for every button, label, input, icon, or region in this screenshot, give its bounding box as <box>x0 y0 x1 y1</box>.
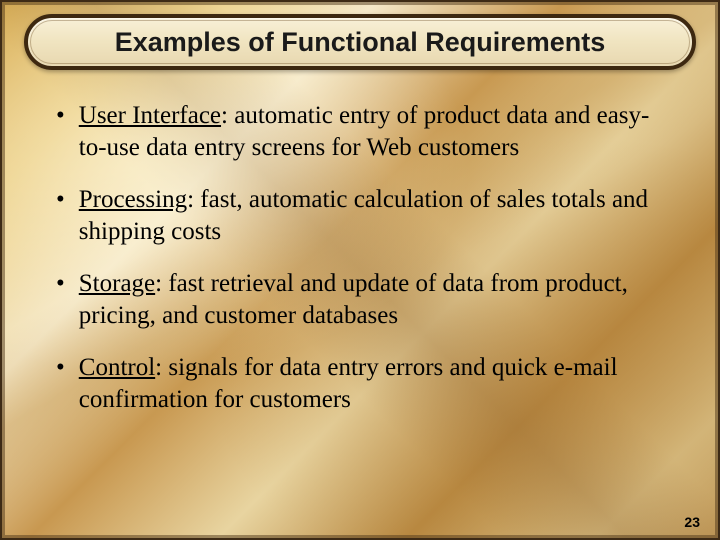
bullet-label: Storage <box>79 270 155 297</box>
bullet-icon: • <box>56 184 65 216</box>
bullet-text: Control: signals for data entry errors a… <box>79 352 672 416</box>
list-item: • Control: signals for data entry errors… <box>48 352 672 416</box>
bullet-label: Processing <box>79 186 187 213</box>
bullet-icon: • <box>56 352 65 384</box>
bullet-body: : fast retrieval and update of data from… <box>79 270 628 329</box>
title-bar: Examples of Functional Requirements <box>24 14 696 70</box>
list-item: • User Interface: automatic entry of pro… <box>48 100 672 164</box>
page-number: 23 <box>684 514 700 530</box>
bullet-body: : signals for data entry errors and quic… <box>79 354 618 413</box>
bullet-label: Control <box>79 354 155 381</box>
bullet-icon: • <box>56 100 65 132</box>
bullet-icon: • <box>56 268 65 300</box>
bullet-text: Storage: fast retrieval and update of da… <box>79 268 672 332</box>
bullet-list: • User Interface: automatic entry of pro… <box>48 100 672 436</box>
slide: Examples of Functional Requirements • Us… <box>0 0 720 540</box>
bullet-label: User Interface <box>79 102 221 129</box>
list-item: • Processing: fast, automatic calculatio… <box>48 184 672 248</box>
list-item: • Storage: fast retrieval and update of … <box>48 268 672 332</box>
slide-title: Examples of Functional Requirements <box>115 27 606 58</box>
bullet-text: User Interface: automatic entry of produ… <box>79 100 672 164</box>
bullet-text: Processing: fast, automatic calculation … <box>79 184 672 248</box>
